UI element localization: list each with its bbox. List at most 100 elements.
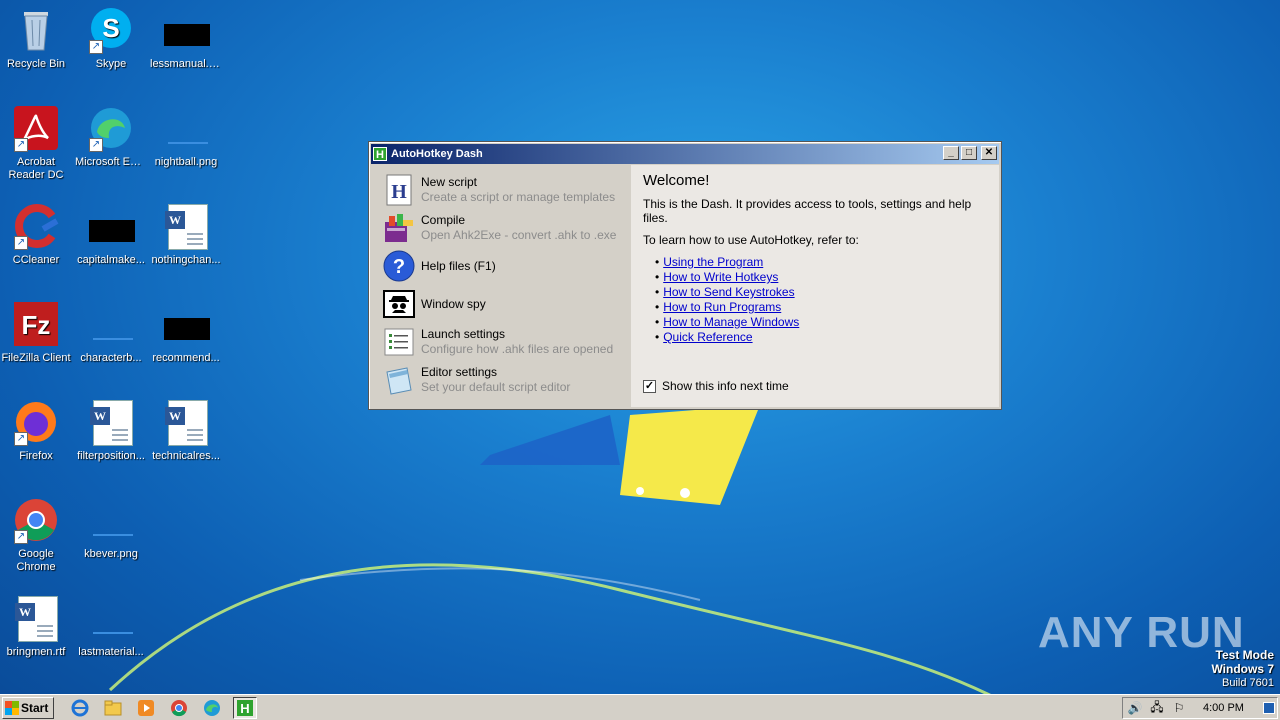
menu-item-editor-settings[interactable]: Editor settings Set your default script e… bbox=[371, 361, 631, 399]
help-links-list: Using the Program How to Write Hotkeys H… bbox=[655, 255, 987, 345]
ccleaner-icon: ↗ bbox=[12, 202, 60, 250]
edge-taskbar-icon[interactable] bbox=[200, 697, 224, 719]
folder-icon[interactable] bbox=[101, 697, 125, 719]
list-item: How to Send Keystrokes bbox=[655, 285, 987, 300]
link-run-programs[interactable]: How to Run Programs bbox=[663, 300, 781, 314]
image-file-icon bbox=[162, 104, 210, 152]
shortcut-arrow-icon: ↗ bbox=[14, 432, 28, 446]
welcome-intro: This is the Dash. It provides access to … bbox=[643, 197, 972, 225]
shortcut-arrow-icon: ↗ bbox=[89, 40, 103, 54]
desktop-icon-bringmen[interactable]: W bringmen.rtf bbox=[0, 594, 74, 659]
menu-item-subtitle: Open Ahk2Exe - convert .ahk to .exe bbox=[421, 228, 617, 242]
welcome-panel: Welcome! This is the Dash. It provides a… bbox=[631, 165, 999, 407]
desktop-icon-label: Microsoft Edge bbox=[75, 156, 149, 168]
desktop-icon-label: nothingchan... bbox=[151, 254, 221, 266]
desktop-icon-label: recommend... bbox=[152, 352, 220, 364]
desktop-icon-lessmanual[interactable]: lessmanual.jpg bbox=[148, 6, 224, 71]
desktop-icon-acrobat[interactable]: ↗ Acrobat Reader DC bbox=[0, 104, 74, 182]
desktop-icon-filezilla[interactable]: Fz FileZilla Client bbox=[0, 300, 74, 365]
desktop-icon-recycle-bin[interactable]: Recycle Bin bbox=[0, 6, 74, 71]
menu-item-launch-settings[interactable]: Launch settings Configure how .ahk files … bbox=[371, 323, 631, 361]
svg-text:?: ? bbox=[393, 256, 405, 278]
menu-item-title: Window spy bbox=[421, 296, 486, 311]
minimize-button[interactable]: _ bbox=[943, 146, 959, 160]
desktop-icon-filterposition[interactable]: W filterposition... bbox=[73, 398, 149, 463]
svg-text:S: S bbox=[102, 13, 119, 43]
maximize-button[interactable]: □ bbox=[961, 146, 977, 160]
link-using-the-program[interactable]: Using the Program bbox=[663, 255, 763, 269]
autohotkey-dash-window: H AutoHotkey Dash _ □ ✕ H New script Crea… bbox=[368, 141, 1002, 410]
menu-item-help-files[interactable]: ? Help files (F1) bbox=[371, 247, 631, 285]
link-send-keystrokes[interactable]: How to Send Keystrokes bbox=[663, 285, 794, 299]
desktop-icon-label: technicalres... bbox=[152, 450, 220, 462]
shortcut-arrow-icon: ↗ bbox=[89, 138, 103, 152]
menu-item-title: New script bbox=[421, 175, 478, 189]
firefox-icon: ↗ bbox=[12, 398, 60, 446]
menu-item-compile[interactable]: Compile Open Ahk2Exe - convert .ahk to .e… bbox=[371, 209, 631, 247]
show-info-option[interactable]: ✓ Show this info next time bbox=[643, 379, 789, 393]
image-file-icon bbox=[87, 300, 135, 348]
start-button[interactable]: Start bbox=[2, 696, 54, 719]
list-icon bbox=[383, 326, 415, 358]
desktop-icon-label: kbever.png bbox=[84, 548, 138, 560]
desktop-icon-edge[interactable]: ↗ Microsoft Edge bbox=[73, 104, 149, 169]
autohotkey-taskbar-button[interactable]: H bbox=[233, 696, 257, 719]
build-line: Build 7601 bbox=[1222, 677, 1274, 689]
menu-item-new-script[interactable]: H New script Create a script or manage te… bbox=[371, 171, 631, 209]
desktop-icon-capitalmake[interactable]: capitalmake... bbox=[73, 202, 149, 267]
link-quick-reference[interactable]: Quick Reference bbox=[663, 330, 752, 344]
link-write-hotkeys[interactable]: How to Write Hotkeys bbox=[663, 270, 778, 284]
window-titlebar[interactable]: H AutoHotkey Dash _ □ ✕ bbox=[371, 144, 999, 164]
show-info-checkbox[interactable]: ✓ bbox=[643, 379, 656, 393]
desktop-icon-recommend[interactable]: recommend... bbox=[148, 300, 224, 365]
shortcut-arrow-icon: ↗ bbox=[14, 236, 28, 250]
menu-item-subtitle: Set your default script editor bbox=[421, 380, 571, 394]
show-info-label: Show this info next time bbox=[662, 379, 789, 393]
chrome-icon: ↗ bbox=[12, 496, 60, 544]
menu-item-window-spy[interactable]: Window spy bbox=[371, 285, 631, 323]
network-icon[interactable]: 🖧 bbox=[1149, 700, 1165, 716]
spy-icon bbox=[383, 288, 415, 320]
menu-item-subtitle: Create a script or manage templates bbox=[421, 190, 616, 204]
autohotkey-h-icon: H bbox=[373, 147, 387, 161]
volume-icon[interactable]: 🔊 bbox=[1127, 700, 1143, 716]
word-document-icon: W bbox=[162, 398, 210, 446]
desktop-icon-kbever[interactable]: kbever.png bbox=[73, 496, 149, 561]
desktop-icon-label: nightball.png bbox=[154, 156, 218, 168]
desktop-icon-technicalres[interactable]: W technicalres... bbox=[148, 398, 224, 463]
chrome-taskbar-icon[interactable] bbox=[167, 697, 191, 719]
svg-text:Fz: Fz bbox=[22, 310, 51, 340]
list-item: How to Run Programs bbox=[655, 300, 987, 315]
desktop-icon-lastmaterial[interactable]: lastmaterial... bbox=[73, 594, 149, 659]
list-item: Quick Reference bbox=[655, 330, 987, 345]
list-item: How to Manage Windows bbox=[655, 315, 987, 330]
desktop-icon-skype[interactable]: S ↗ Skype bbox=[73, 6, 149, 71]
welcome-heading: Welcome! bbox=[643, 172, 710, 189]
image-file-icon bbox=[87, 496, 135, 544]
link-manage-windows[interactable]: How to Manage Windows bbox=[663, 315, 799, 329]
desktop-icon-nightball[interactable]: nightball.png bbox=[148, 104, 224, 169]
desktop-icon-firefox[interactable]: ↗ Firefox bbox=[0, 398, 74, 463]
filezilla-icon: Fz bbox=[12, 300, 60, 348]
word-document-icon: W bbox=[162, 202, 210, 250]
new-script-icon: H bbox=[383, 174, 415, 206]
windows-flag-icon bbox=[5, 700, 19, 715]
desktop-icon-nothingchan[interactable]: W nothingchan... bbox=[148, 202, 224, 267]
desktop-icon-chrome[interactable]: ↗ Google Chrome bbox=[0, 496, 74, 574]
desktop-icon-characterb[interactable]: characterb... bbox=[73, 300, 149, 365]
compile-icon bbox=[383, 212, 415, 244]
action-center-flag-icon[interactable]: ⚐ bbox=[1171, 700, 1187, 716]
clock[interactable]: 4:00 PM bbox=[1203, 702, 1244, 714]
image-file-icon bbox=[87, 202, 135, 250]
svg-text:H: H bbox=[240, 701, 249, 716]
desktop-icon-label: CCleaner bbox=[12, 254, 60, 266]
internet-explorer-icon[interactable] bbox=[68, 697, 92, 719]
desktop-icon-label: Google Chrome bbox=[16, 548, 56, 573]
close-button[interactable]: ✕ bbox=[981, 146, 997, 160]
media-player-icon[interactable] bbox=[134, 697, 158, 719]
quick-launch: H bbox=[68, 696, 257, 719]
desktop-icon-ccleaner[interactable]: ↗ CCleaner bbox=[0, 202, 74, 267]
menu-item-title: Help files (F1) bbox=[421, 258, 496, 273]
word-document-icon: W bbox=[12, 594, 60, 642]
show-desktop-button[interactable] bbox=[1263, 702, 1275, 714]
